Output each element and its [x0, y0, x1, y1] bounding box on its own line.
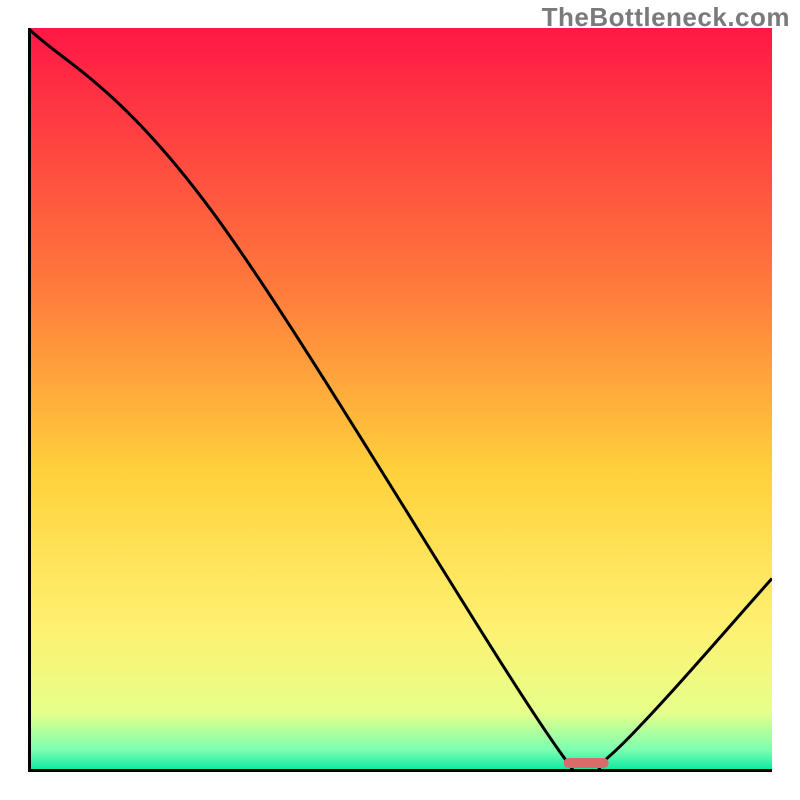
- data-curve: [28, 28, 772, 772]
- watermark-text: TheBottleneck.com: [542, 2, 790, 33]
- plot-area: [28, 28, 772, 772]
- curve-layer: [28, 28, 772, 772]
- chart-container: TheBottleneck.com: [0, 0, 800, 800]
- highlight-marker: [564, 758, 609, 768]
